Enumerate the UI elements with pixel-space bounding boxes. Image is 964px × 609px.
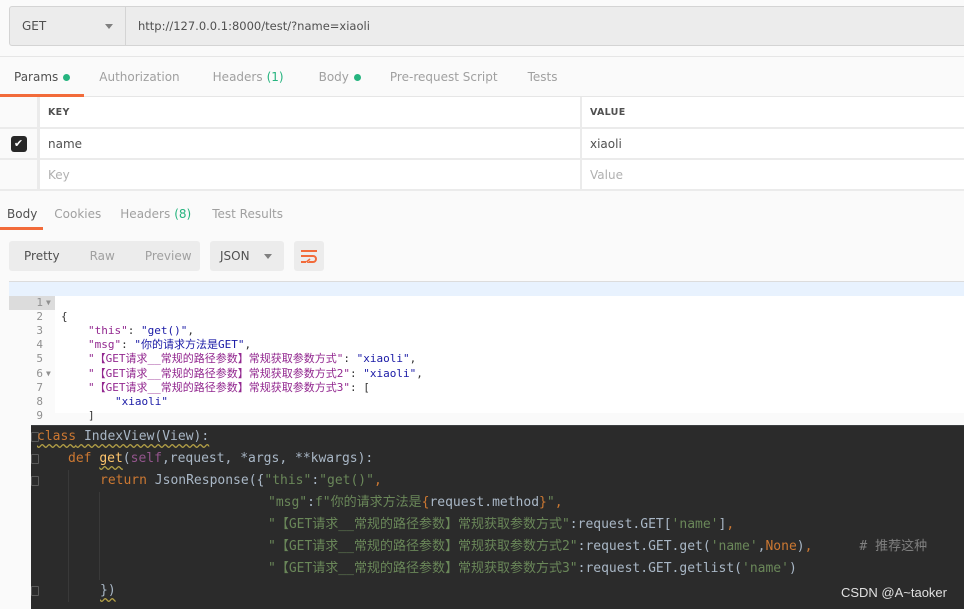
code-line: 1 ▼ { [9,282,964,323]
table-row-new: Key Value [0,160,964,191]
new-value-input[interactable]: Value [582,160,964,189]
preview-button[interactable]: Preview [130,249,207,263]
code-line: "【GET请求__常规的路径参数】常规获取参数方式":request.GET['… [268,517,735,532]
tab-params[interactable]: Params [0,57,84,97]
status-dot-icon [353,73,361,81]
tab-cookies[interactable]: Cookies [44,199,108,229]
method-select[interactable]: GET [10,7,126,45]
code-line: 7 "xiaoli" [36,380,168,408]
param-enabled-checkbox[interactable]: ✔ [10,135,27,152]
tab-authorization[interactable]: Authorization [84,57,193,97]
code-line: "【GET请求__常规的路径参数】常规获取参数方式3":request.GET.… [268,561,797,576]
code-line: class IndexView(View): [37,429,210,444]
tab-headers[interactable]: Headers (1) [194,57,298,97]
fold-marker-icon [31,476,39,486]
tab-response-body[interactable]: Body [0,199,44,229]
new-key-input[interactable]: Key [40,160,582,189]
tab-response-headers[interactable]: Headers (8) [108,199,198,229]
tab-pre-request-script[interactable]: Pre-request Script [375,57,512,97]
code-line: 3 "msg": "你的请求方法是GET", [36,324,252,352]
view-mode-group: Pretty Raw Preview [9,241,200,271]
code-line: 6 ▼ "【GET请求__常规的路径参数】常规获取参数方式3": [ [36,366,370,394]
response-headers-count: (8) [174,207,192,221]
request-tabs: Params Authorization Headers (1) Body Pre… [0,57,964,97]
code-line: "【GET请求__常规的路径参数】常规获取参数方式2":request.GET.… [268,539,928,554]
wrap-lines-icon [301,250,317,263]
code-line: 9 } [36,408,67,436]
request-bar: GET http://127.0.0.1:8000/test/?name=xia… [9,6,964,46]
code-line: }) [100,583,116,598]
raw-button[interactable]: Raw [75,249,130,263]
status-dot-icon [63,73,71,81]
param-value-input[interactable]: xiaoli [582,129,964,158]
table-header: KEY VALUE [0,97,964,129]
code-line: "msg":f"你的请求方法是{request.method}", [268,495,563,510]
code-line: 4 "【GET请求__常规的路径参数】常规获取参数方式": "xiaoli", [36,338,417,366]
chevron-down-icon [264,253,272,259]
python-code-screenshot: class IndexView(View): def get(self,requ… [31,425,964,609]
chevron-down-icon [105,23,113,29]
postman-window: GET http://127.0.0.1:8000/test/?name=xia… [0,0,964,609]
param-key-input[interactable]: name [40,129,582,158]
format-select[interactable]: JSON [210,241,284,271]
tab-tests[interactable]: Tests [512,57,572,97]
url-input[interactable]: http://127.0.0.1:8000/test/?name=xiaoli [126,7,964,45]
code-line: 2 "this": "get()", [36,310,194,338]
table-row: ✔ name xiaoli [0,129,964,160]
tab-test-results[interactable]: Test Results [198,199,290,229]
active-tab-indicator [0,227,43,230]
code-line: def get(self,request, *args, **kwargs): [68,451,374,466]
method-label: GET [22,19,47,33]
wrap-lines-button[interactable] [294,241,324,271]
response-body-viewer[interactable]: 1 ▼ { 2 "this": "get()", 3 "msg": "你的请求方法… [9,281,964,436]
fold-marker-icon [31,454,39,464]
pretty-button[interactable]: Pretty [9,249,75,263]
tab-body[interactable]: Body [298,57,375,97]
fold-marker-icon [31,586,39,596]
response-tabs: Body Cookies Headers (8) Test Results [0,199,290,229]
column-header-key: KEY [40,97,582,127]
code-line: return JsonResponse({"this":"get()", [100,473,382,488]
headers-count: (1) [266,70,284,84]
params-table: KEY VALUE ✔ name xiaoli Key Value [0,97,964,191]
watermark: CSDN @A~taoker [840,585,947,600]
code-line: 8 ] [36,394,95,422]
code-line: 5 "【GET请求__常规的路径参数】常规获取参数方式2": "xiaoli", [36,352,423,380]
column-header-value: VALUE [590,106,626,118]
